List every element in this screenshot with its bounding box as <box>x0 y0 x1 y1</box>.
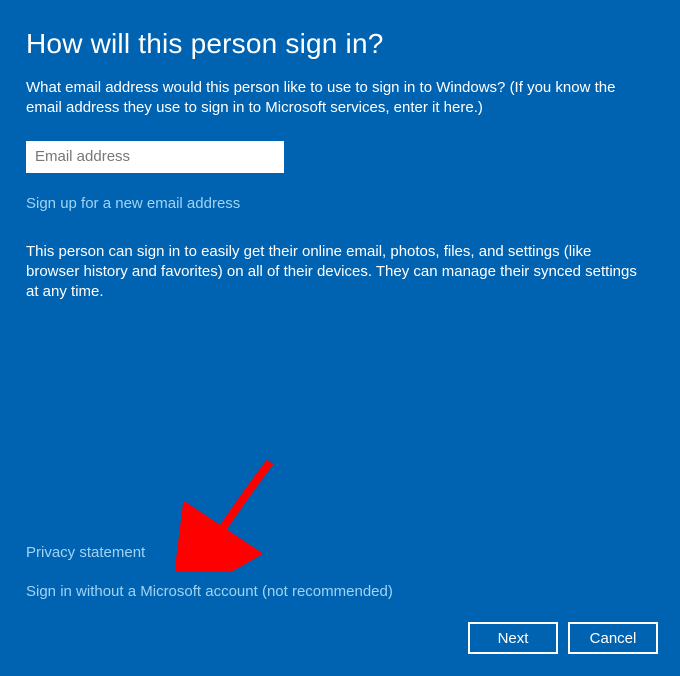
signup-email-link[interactable]: Sign up for a new email address <box>26 195 240 212</box>
dialog-title: How will this person sign in? <box>26 28 654 60</box>
next-button[interactable]: Next <box>468 622 558 654</box>
email-field[interactable] <box>26 141 284 173</box>
button-bar: Next Cancel <box>468 622 658 654</box>
dialog-container: How will this person sign in? What email… <box>0 0 680 302</box>
privacy-statement-link[interactable]: Privacy statement <box>26 544 393 561</box>
sign-in-without-ms-account-link[interactable]: Sign in without a Microsoft account (not… <box>26 583 393 600</box>
cancel-button[interactable]: Cancel <box>568 622 658 654</box>
dialog-subtitle: What email address would this person lik… <box>26 78 646 119</box>
info-text: This person can sign in to easily get th… <box>26 242 646 303</box>
bottom-links: Privacy statement Sign in without a Micr… <box>26 544 393 600</box>
